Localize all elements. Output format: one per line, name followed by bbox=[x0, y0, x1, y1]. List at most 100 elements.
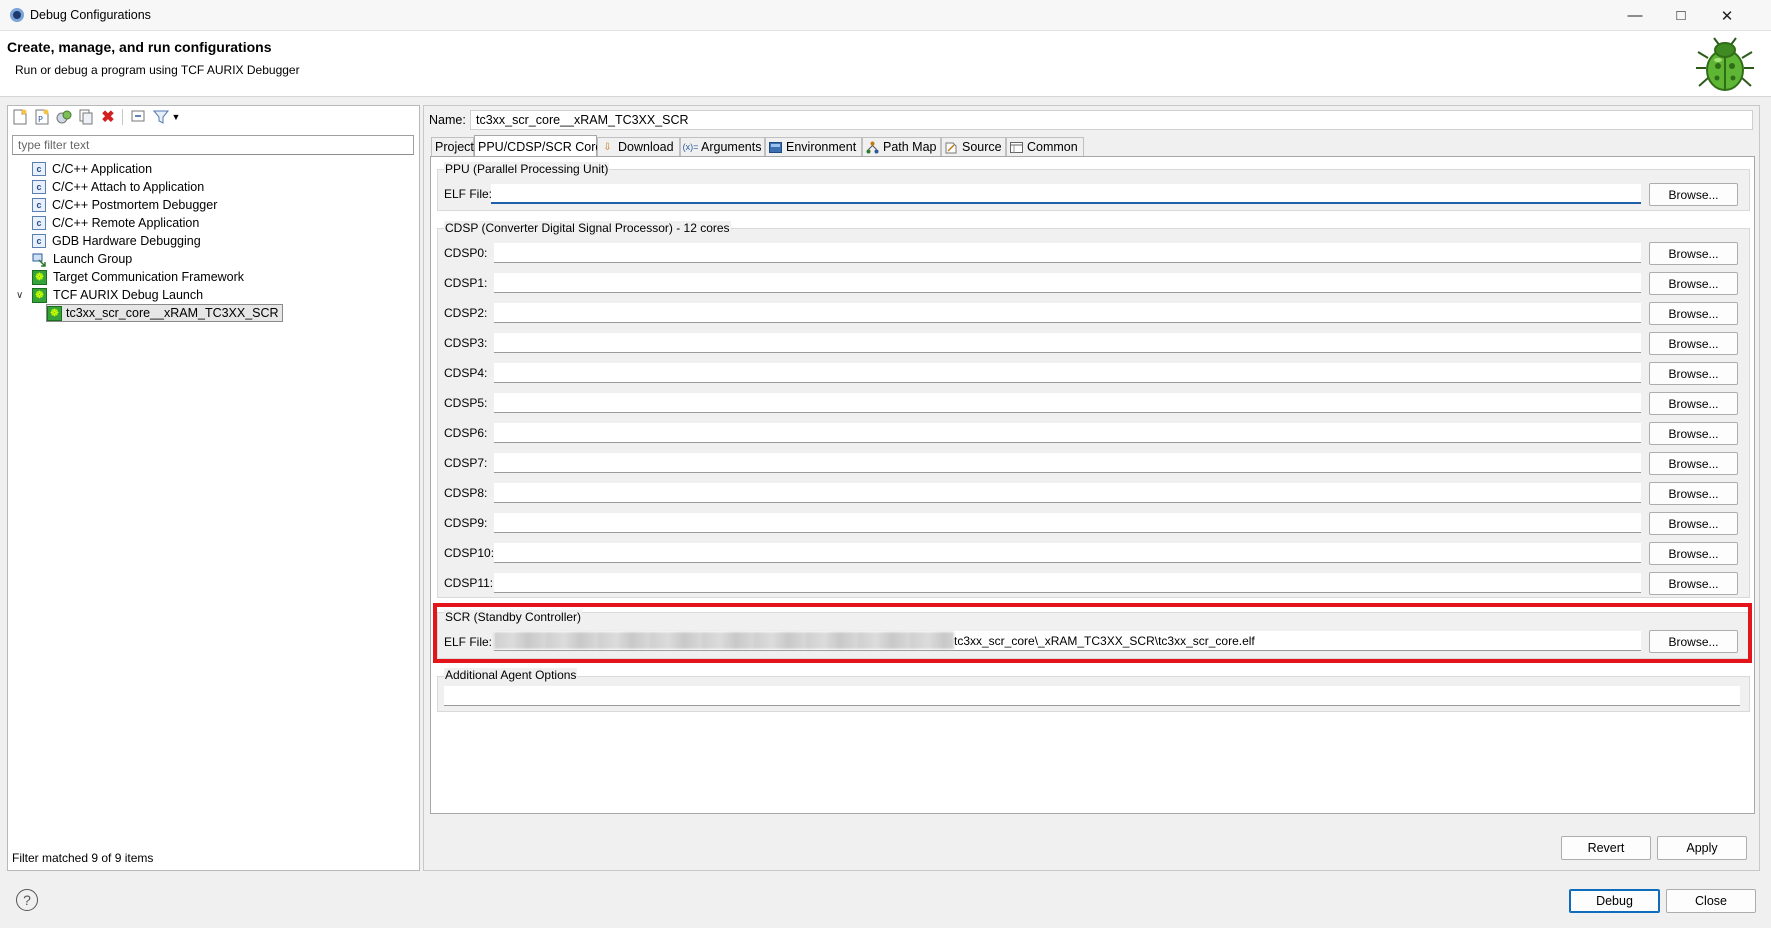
tree-item-label: C/C++ Remote Application bbox=[52, 216, 200, 230]
selected-highlight: ☸ tc3xx_scr_core__xRAM_TC3XX_SCR bbox=[46, 304, 283, 322]
tree-item-label: C/C++ Application bbox=[52, 162, 153, 176]
cdsp0-input[interactable] bbox=[494, 243, 1641, 263]
cdsp11-browse-button[interactable]: Browse... bbox=[1649, 572, 1738, 595]
cdsp11-input[interactable] bbox=[494, 573, 1641, 593]
common-icon bbox=[1010, 141, 1023, 154]
maximize-icon[interactable]: □ bbox=[1658, 0, 1704, 31]
help-icon[interactable]: ? bbox=[16, 889, 38, 911]
close-icon[interactable]: ✕ bbox=[1704, 0, 1750, 31]
cdsp1-input[interactable] bbox=[494, 273, 1641, 293]
close-button[interactable]: Close bbox=[1666, 889, 1756, 913]
duplicate-icon[interactable] bbox=[78, 109, 94, 125]
cdsp7-label: CDSP7: bbox=[444, 456, 488, 470]
tree-item-gdb-hardware[interactable]: c GDB Hardware Debugging bbox=[32, 232, 283, 250]
header-subtitle: Run or debug a program using TCF AURIX D… bbox=[15, 63, 300, 77]
filter-icon[interactable] bbox=[153, 109, 169, 125]
revert-button[interactable]: Revert bbox=[1561, 836, 1651, 860]
tree-item-selected-config[interactable]: ☸ tc3xx_scr_core__xRAM_TC3XX_SCR bbox=[46, 304, 283, 322]
additional-group-label: Additional Agent Options bbox=[444, 668, 578, 682]
tab-ppu-cdsp-scr[interactable]: PPU/CDSP/SCR Cores bbox=[474, 135, 609, 157]
tab-download[interactable]: ⇩ Download bbox=[597, 137, 680, 156]
scr-highlight-box bbox=[433, 603, 1752, 663]
new-prototype-icon[interactable]: P bbox=[34, 109, 50, 125]
tree-item-label: GDB Hardware Debugging bbox=[52, 234, 201, 248]
tree-item-label: TCF AURIX Debug Launch bbox=[53, 288, 204, 302]
cdsp6-browse-button[interactable]: Browse... bbox=[1649, 422, 1738, 445]
cdsp10-input[interactable] bbox=[494, 543, 1641, 563]
ppu-browse-button[interactable]: Browse... bbox=[1649, 183, 1738, 206]
download-icon: ⇩ bbox=[603, 141, 612, 153]
tab-label: Common bbox=[1027, 140, 1078, 154]
cdsp10-label: CDSP10: bbox=[444, 546, 495, 560]
tab-environment[interactable]: Environment bbox=[765, 137, 862, 156]
cdsp8-input[interactable] bbox=[494, 483, 1641, 503]
cdsp8-browse-button[interactable]: Browse... bbox=[1649, 482, 1738, 505]
cdsp0-browse-button[interactable]: Browse... bbox=[1649, 242, 1738, 265]
cdsp9-input[interactable] bbox=[494, 513, 1641, 533]
cdsp2-input[interactable] bbox=[494, 303, 1641, 323]
cdsp2-browse-button[interactable]: Browse... bbox=[1649, 302, 1738, 325]
launch-group-icon bbox=[32, 252, 47, 267]
tab-arguments[interactable]: (x)= Arguments bbox=[680, 137, 765, 156]
cdsp3-browse-button[interactable]: Browse... bbox=[1649, 332, 1738, 355]
minimize-icon[interactable]: — bbox=[1612, 0, 1658, 31]
cdsp5-browse-button[interactable]: Browse... bbox=[1649, 392, 1738, 415]
ppu-elf-input[interactable] bbox=[491, 184, 1641, 204]
c-app-icon: c bbox=[32, 180, 46, 194]
tree-item-tcf-aurix[interactable]: ∨ ☸ TCF AURIX Debug Launch bbox=[16, 286, 283, 304]
cdsp0-label: CDSP0: bbox=[444, 246, 488, 260]
tab-path-map[interactable]: Path Map bbox=[862, 137, 941, 156]
delete-icon[interactable]: ✖ bbox=[100, 109, 116, 126]
dropdown-arrow-icon[interactable]: ▼ bbox=[170, 109, 182, 125]
tcf-icon: ☸ bbox=[32, 287, 47, 303]
title-bar bbox=[0, 0, 1771, 31]
export-icon[interactable] bbox=[56, 109, 72, 125]
cdsp3-input[interactable] bbox=[494, 333, 1641, 353]
collapse-all-icon[interactable] bbox=[131, 109, 147, 125]
header-title: Create, manage, and run configurations bbox=[7, 39, 272, 55]
cdsp1-label: CDSP1: bbox=[444, 276, 488, 290]
tab-label: Environment bbox=[786, 140, 857, 154]
cdsp7-input[interactable] bbox=[494, 453, 1641, 473]
name-input[interactable] bbox=[470, 110, 1753, 130]
cdsp10-browse-button[interactable]: Browse... bbox=[1649, 542, 1738, 565]
cdsp3-label: CDSP3: bbox=[444, 336, 488, 350]
cdsp9-browse-button[interactable]: Browse... bbox=[1649, 512, 1738, 535]
cdsp-group-label: CDSP (Converter Digital Signal Processor… bbox=[444, 221, 731, 235]
window-title: Debug Configurations bbox=[30, 8, 151, 22]
cdsp4-input[interactable] bbox=[494, 363, 1641, 383]
environment-icon bbox=[769, 141, 782, 154]
tree-item-c-postmortem[interactable]: c C/C++ Postmortem Debugger bbox=[32, 196, 283, 214]
cdsp5-input[interactable] bbox=[494, 393, 1641, 413]
c-app-icon: c bbox=[32, 216, 46, 230]
tree-item-tcf[interactable]: ☸ Target Communication Framework bbox=[32, 268, 283, 286]
tab-label: Source bbox=[962, 140, 1002, 154]
cdsp4-browse-button[interactable]: Browse... bbox=[1649, 362, 1738, 385]
chevron-down-icon[interactable]: ∨ bbox=[16, 290, 32, 301]
debug-button[interactable]: Debug bbox=[1569, 889, 1660, 913]
c-app-icon: c bbox=[32, 162, 46, 176]
toolbar-separator bbox=[122, 109, 123, 125]
config-tree: c C/C++ Application c C/C++ Attach to Ap… bbox=[16, 160, 283, 322]
cdsp6-input[interactable] bbox=[494, 423, 1641, 443]
arguments-icon: (x)= bbox=[682, 142, 699, 152]
new-config-icon[interactable] bbox=[12, 109, 28, 125]
cdsp1-browse-button[interactable]: Browse... bbox=[1649, 272, 1738, 295]
tree-item-c-attach[interactable]: c C/C++ Attach to Application bbox=[32, 178, 283, 196]
tree-item-c-remote[interactable]: c C/C++ Remote Application bbox=[32, 214, 283, 232]
ppu-elf-label: ELF File: bbox=[444, 187, 493, 201]
tree-item-c-application[interactable]: c C/C++ Application bbox=[32, 160, 283, 178]
filter-status: Filter matched 9 of 9 items bbox=[12, 851, 154, 865]
cdsp5-label: CDSP5: bbox=[444, 396, 488, 410]
tree-item-label: Target Communication Framework bbox=[53, 270, 245, 284]
tab-source[interactable]: Source bbox=[941, 137, 1006, 156]
tree-item-launch-group[interactable]: Launch Group bbox=[32, 250, 283, 268]
tcf-icon: ☸ bbox=[47, 305, 62, 321]
filter-input[interactable] bbox=[12, 135, 414, 155]
tab-project[interactable]: Project bbox=[431, 137, 474, 156]
cdsp7-browse-button[interactable]: Browse... bbox=[1649, 452, 1738, 475]
apply-button[interactable]: Apply bbox=[1657, 836, 1747, 860]
additional-options-input[interactable] bbox=[444, 686, 1740, 706]
tree-item-label: Launch Group bbox=[53, 252, 133, 266]
tab-common[interactable]: Common bbox=[1006, 137, 1084, 156]
